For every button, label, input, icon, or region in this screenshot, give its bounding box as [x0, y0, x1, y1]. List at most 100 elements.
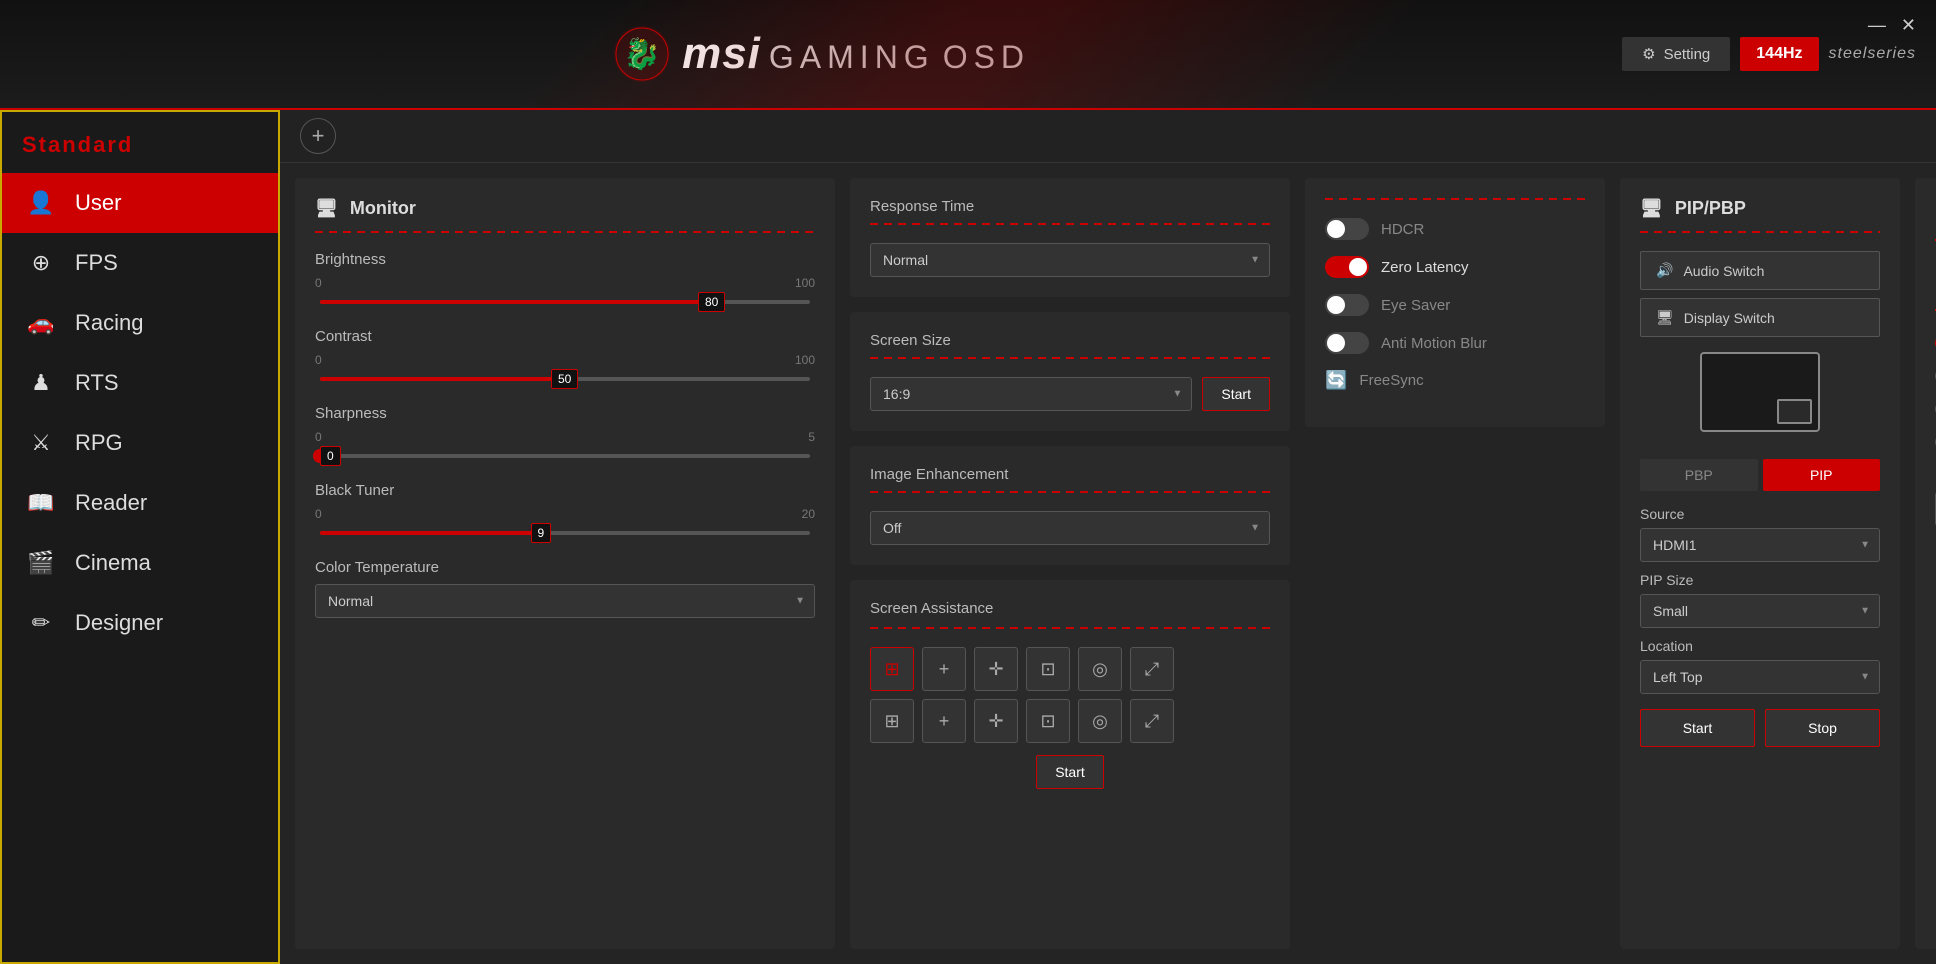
- screen-icon-7[interactable]: ⊞: [870, 699, 914, 743]
- audio-switch-button[interactable]: 🔊 Audio Switch: [1640, 251, 1880, 290]
- screen-size-label: Screen Size: [870, 332, 1270, 349]
- contrast-min: 0: [315, 353, 322, 367]
- anti-motion-blur-toggle[interactable]: [1325, 332, 1369, 354]
- screen-size-dropdown-wrapper: 16:9 4:3 1:1: [870, 377, 1192, 411]
- pip-actions: Start Stop: [1640, 709, 1880, 747]
- screen-icon-4[interactable]: ⊡: [1026, 647, 1070, 691]
- setting-button[interactable]: ⚙ Setting: [1622, 37, 1730, 71]
- right-panel: 🖥 Refresh Rate ⏻ ⏰ Alarm Cl: [1915, 178, 1936, 949]
- hz-badge: 144Hz: [1740, 37, 1818, 71]
- screen-icon-12[interactable]: ⤢: [1130, 699, 1174, 743]
- rts-icon: ♟: [27, 369, 55, 397]
- source-select[interactable]: HDMI1 HDMI2 DisplayPort: [1640, 528, 1880, 562]
- close-button[interactable]: ✕: [1901, 15, 1916, 36]
- logo-osd: OSD: [943, 39, 1030, 76]
- brightness-row: Brightness 0 100 80: [315, 251, 815, 304]
- brightness-slider-container: 80: [315, 300, 815, 304]
- pbp-tab[interactable]: PBP: [1640, 459, 1758, 491]
- image-enhancement-section: Image Enhancement Off Weak Medium Strong…: [850, 446, 1290, 565]
- sidebar-item-rpg[interactable]: ⚔ RPG: [2, 413, 278, 473]
- black-tuner-row: Black Tuner 0 20 9: [315, 482, 815, 535]
- sharpness-row: Sharpness 0 5 0: [315, 405, 815, 458]
- screen-size-select[interactable]: 16:9 4:3 1:1: [870, 377, 1192, 411]
- sidebar-item-rts[interactable]: ♟ RTS: [2, 353, 278, 413]
- contrast-track[interactable]: 50: [320, 377, 810, 381]
- color-temp-select[interactable]: Normal Cool Warm Custom: [315, 584, 815, 618]
- pip-start-button[interactable]: Start: [1640, 709, 1755, 747]
- sharpness-track[interactable]: 0: [320, 454, 810, 458]
- display-switch-button[interactable]: 🖥 Display Switch: [1640, 298, 1880, 337]
- sidebar-item-fps[interactable]: ⊕ FPS: [2, 233, 278, 293]
- screen-assistance-start-button[interactable]: Start: [1036, 755, 1104, 789]
- response-time-label: Response Time: [870, 198, 1270, 215]
- brightness-track[interactable]: 80: [320, 300, 810, 304]
- audio-switch-label: Audio Switch: [1683, 263, 1764, 279]
- sidebar-item-cinema[interactable]: 🎬 Cinema: [2, 533, 278, 593]
- black-tuner-min: 0: [315, 507, 322, 521]
- screen-icon-8[interactable]: +: [922, 699, 966, 743]
- sidebar-item-user[interactable]: 👤 User: [2, 173, 278, 233]
- screen-icon-2[interactable]: +: [922, 647, 966, 691]
- screen-assistance-section: Screen Assistance ⊞ + ✛ ⊡ ◎ ⤢ ⊞ + ✛: [850, 580, 1290, 949]
- pip-icon: 🖥: [1640, 198, 1663, 219]
- screen-icon-3[interactable]: ✛: [974, 647, 1018, 691]
- contrast-label: Contrast: [315, 328, 815, 345]
- sidebar-label-cinema: Cinema: [75, 550, 151, 576]
- eye-saver-toggle[interactable]: [1325, 294, 1369, 316]
- black-tuner-track[interactable]: 9: [320, 531, 810, 535]
- sharpness-max: 5: [808, 430, 815, 444]
- pip-preview-inner: [1777, 399, 1812, 424]
- contrast-max: 100: [795, 353, 815, 367]
- pip-label: PIP/PBP: [1675, 198, 1746, 219]
- pip-location-dropdown-wrapper: Left Top Right Top Left Bottom Right Bot…: [1640, 660, 1880, 694]
- user-icon: 👤: [27, 189, 55, 217]
- minimize-button[interactable]: —: [1868, 15, 1886, 36]
- sidebar-title: Standard: [2, 122, 278, 173]
- pip-size-label: PIP Size: [1640, 572, 1880, 588]
- black-tuner-value: 9: [531, 523, 552, 543]
- zero-latency-toggle[interactable]: [1325, 256, 1369, 278]
- sharpness-label: Sharpness: [315, 405, 815, 422]
- pip-size-select[interactable]: Small Medium Large: [1640, 594, 1880, 628]
- brightness-value: 80: [698, 292, 725, 312]
- screen-icon-10[interactable]: ⊡: [1026, 699, 1070, 743]
- source-dropdown-wrapper: HDMI1 HDMI2 DisplayPort: [1640, 528, 1880, 562]
- screen-size-divider: [870, 357, 1270, 359]
- black-tuner-slider-container: 9: [315, 531, 815, 535]
- sidebar-item-reader[interactable]: 📖 Reader: [2, 473, 278, 533]
- hdcr-toggle[interactable]: [1325, 218, 1369, 240]
- pip-location-label: Location: [1640, 638, 1880, 654]
- setting-icon: ⚙: [1642, 45, 1655, 63]
- screen-icon-9[interactable]: ✛: [974, 699, 1018, 743]
- sidebar-item-racing[interactable]: 🚗 Racing: [2, 293, 278, 353]
- screen-icon-1[interactable]: ⊞: [870, 647, 914, 691]
- screen-assistance-divider: [870, 627, 1270, 629]
- fps-icon: ⊕: [27, 249, 55, 277]
- msi-dragon-icon: 🐉: [612, 24, 672, 84]
- source-label: Source: [1640, 506, 1880, 522]
- pip-stop-button[interactable]: Stop: [1765, 709, 1880, 747]
- screen-icon-6[interactable]: ⤢: [1130, 647, 1174, 691]
- screen-icon-5[interactable]: ◎: [1078, 647, 1122, 691]
- black-tuner-label: Black Tuner: [315, 482, 815, 499]
- sidebar-label-user: User: [75, 190, 121, 216]
- display-switch-icon: 🖥: [1656, 309, 1674, 326]
- screen-assistance-start-container: Start: [870, 755, 1270, 789]
- screen-icon-11[interactable]: ◎: [1078, 699, 1122, 743]
- sidebar-item-designer[interactable]: ✏ Designer: [2, 593, 278, 653]
- pip-size-dropdown-wrapper: Small Medium Large: [1640, 594, 1880, 628]
- freesync-row: 🔄 FreeSync: [1325, 370, 1585, 391]
- contrast-value: 50: [551, 369, 578, 389]
- switch-buttons: 🔊 Audio Switch 🖥 Display Switch: [1640, 251, 1880, 337]
- response-time-select[interactable]: Normal Fast Fastest: [870, 243, 1270, 277]
- black-tuner-fill: [320, 531, 541, 535]
- sidebar: Standard 👤 User ⊕ FPS 🚗 Racing ♟ RTS ⚔ R…: [0, 110, 280, 964]
- add-tab-button[interactable]: +: [300, 118, 336, 154]
- window-controls: — ✕: [1868, 15, 1916, 36]
- screen-size-start-button[interactable]: Start: [1202, 377, 1270, 411]
- image-enhancement-select[interactable]: Off Weak Medium Strong Strongest: [870, 511, 1270, 545]
- pip-location-select[interactable]: Left Top Right Top Left Bottom Right Bot…: [1640, 660, 1880, 694]
- freesync-icon: 🔄: [1325, 370, 1347, 391]
- content-area: + 🖥 Monitor Brightness 0: [280, 110, 1936, 964]
- pip-tab[interactable]: PIP: [1763, 459, 1881, 491]
